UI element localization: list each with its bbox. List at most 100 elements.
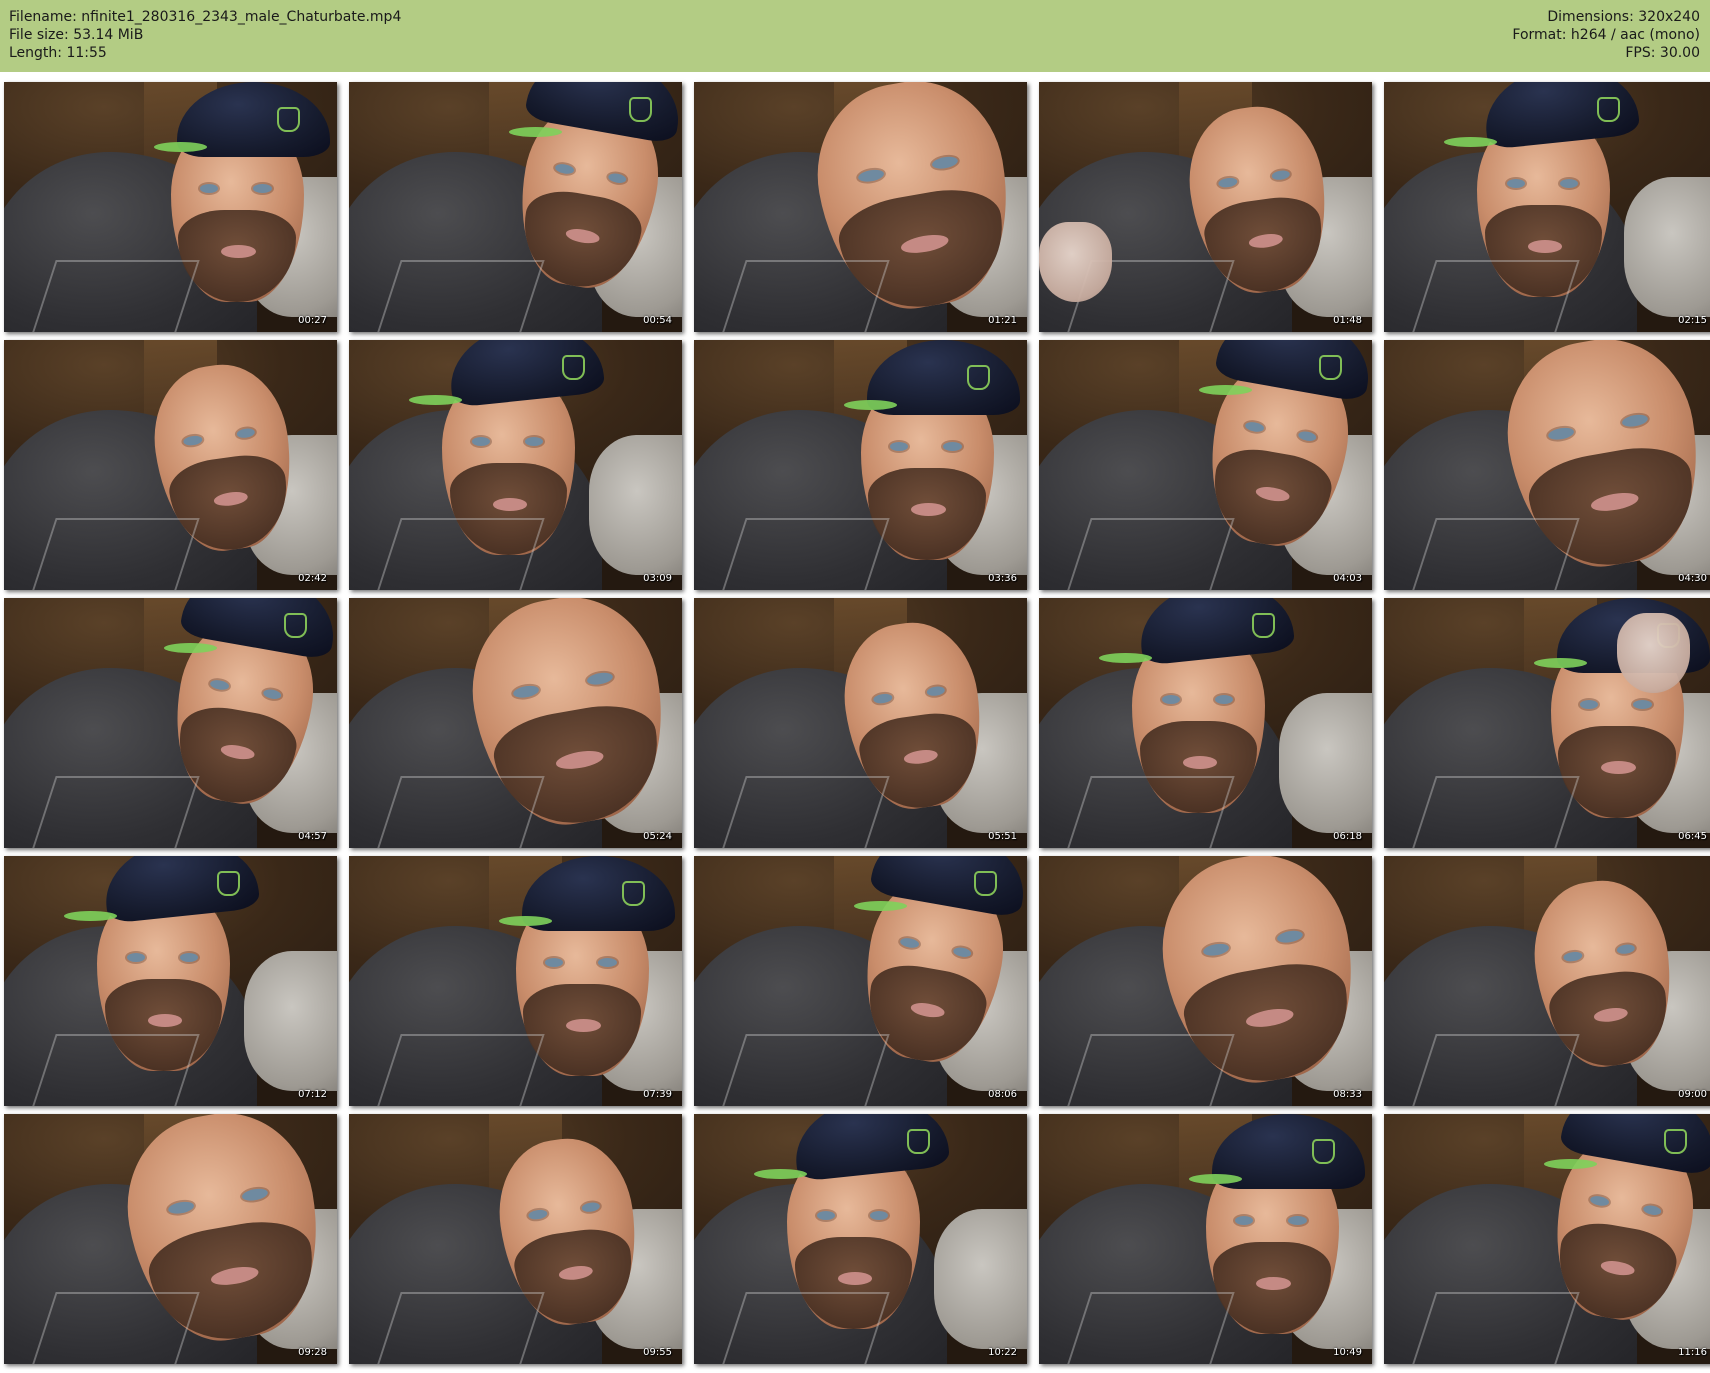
file-size-text: File size: 53.14 MiB	[9, 27, 144, 43]
cap-logo	[628, 97, 653, 122]
left-eye	[899, 936, 920, 949]
hand	[1617, 613, 1691, 693]
format-text: Format: h264 / aac (mono)	[1512, 27, 1700, 43]
thumbnail[interactable]: 01:21	[694, 82, 1027, 332]
info-left: Filename: nfinite1_280316_2343_male_Chat…	[9, 8, 401, 62]
thumbnail[interactable]: 00:54	[349, 82, 682, 332]
cap-brim-accent	[753, 1169, 808, 1179]
cap-logo	[967, 365, 991, 390]
shirt-graphic	[377, 1292, 545, 1364]
thumbnail-image	[694, 82, 1027, 332]
thumbnail-image	[4, 856, 337, 1106]
thumbnail-image	[1039, 856, 1372, 1106]
thumbnail[interactable]: 08:06	[694, 856, 1027, 1106]
thumbnail[interactable]: 02:42	[4, 340, 337, 590]
left-eye	[816, 1210, 836, 1220]
thumbnail-image	[349, 340, 682, 590]
shirt-graphic	[1067, 776, 1235, 848]
shirt-graphic	[722, 776, 890, 848]
thumbnail[interactable]: 10:49	[1039, 1114, 1372, 1364]
thumbnail[interactable]: 07:39	[349, 856, 682, 1106]
thumbnail[interactable]: 06:45	[1384, 598, 1710, 848]
thumbnail[interactable]: 05:24	[349, 598, 682, 848]
thumbnail[interactable]: 01:48	[1039, 82, 1372, 332]
cap-logo	[1318, 355, 1343, 380]
thumbnail[interactable]: 08:33	[1039, 856, 1372, 1106]
cap-brim-accent	[63, 911, 118, 921]
thumbnail-image	[694, 598, 1027, 848]
thumbnail-timestamp: 02:42	[298, 573, 327, 584]
cap-brim-accent	[153, 142, 208, 152]
hand	[1039, 222, 1113, 302]
dimensions-text: Dimensions: 320x240	[1547, 9, 1700, 25]
thumbnail[interactable]: 10:22	[694, 1114, 1027, 1364]
mouth	[147, 1013, 183, 1027]
thumbnail[interactable]: 04:57	[4, 598, 337, 848]
shirt-graphic	[32, 1034, 200, 1106]
right-eye	[1642, 1203, 1663, 1217]
thumbnail-image	[1384, 1114, 1710, 1364]
thumbnail-image	[4, 340, 337, 590]
right-eye	[1214, 694, 1234, 704]
cap-logo	[217, 871, 241, 896]
thumbnail-image	[694, 856, 1027, 1106]
thumbnail[interactable]: 07:12	[4, 856, 337, 1106]
cap-brim-accent	[498, 916, 553, 926]
thumbnail[interactable]: 02:15	[1384, 82, 1710, 332]
thumbnail-image	[694, 340, 1027, 590]
thumbnail[interactable]: 03:09	[349, 340, 682, 590]
shirt-graphic	[722, 1034, 890, 1106]
length-text: Length: 11:55	[9, 45, 107, 61]
thumbnail[interactable]: 09:55	[349, 1114, 682, 1364]
shirt-graphic	[32, 518, 200, 590]
left-eye	[1563, 950, 1583, 963]
right-eye	[925, 685, 946, 697]
shirt-graphic	[377, 1034, 545, 1106]
shirt-graphic	[32, 1292, 200, 1364]
shirt-graphic	[1067, 1034, 1235, 1106]
cap-brim-accent	[1188, 1174, 1243, 1184]
thumbnail-timestamp: 04:57	[298, 831, 327, 842]
thumbnail-image	[1384, 856, 1710, 1106]
mouth	[837, 1271, 873, 1285]
thumbnail[interactable]: 06:18	[1039, 598, 1372, 848]
thumbnail[interactable]: 03:36	[694, 340, 1027, 590]
right-eye	[1633, 699, 1652, 709]
thumbnail[interactable]: 00:27	[4, 82, 337, 332]
thumbnail[interactable]: 05:51	[694, 598, 1027, 848]
pillow	[588, 435, 682, 575]
thumbnail-image	[1384, 82, 1710, 332]
cap-logo	[1663, 1129, 1688, 1154]
thumbnail-image	[4, 1114, 337, 1364]
thumbnail-image	[349, 1114, 682, 1364]
right-eye	[580, 1201, 601, 1213]
thumbnail[interactable]: 09:28	[4, 1114, 337, 1364]
pillow	[933, 1209, 1027, 1349]
thumbnail-image	[694, 1114, 1027, 1364]
right-eye	[585, 671, 613, 687]
left-eye	[511, 684, 540, 700]
right-eye	[1615, 943, 1636, 955]
cap-logo	[907, 1129, 931, 1154]
right-eye	[524, 436, 544, 446]
right-eye	[235, 427, 256, 439]
thumbnail[interactable]: 04:30	[1384, 340, 1710, 590]
cap-brim-accent	[508, 127, 563, 137]
filename-text: Filename: nfinite1_280316_2343_male_Chat…	[9, 9, 402, 25]
mouth	[221, 244, 256, 258]
cap-logo	[1252, 613, 1276, 638]
thumbnail-image	[1039, 598, 1372, 848]
thumbnail[interactable]: 04:03	[1039, 340, 1372, 590]
thumbnail-timestamp: 07:39	[643, 1089, 672, 1100]
thumbnail[interactable]: 11:16	[1384, 1114, 1710, 1364]
right-eye	[930, 155, 958, 171]
pillow	[1278, 693, 1372, 833]
right-eye	[240, 1187, 268, 1203]
mouth	[1256, 1276, 1291, 1290]
thumbnail[interactable]: 09:00	[1384, 856, 1710, 1106]
thumbnail-image	[349, 598, 682, 848]
thumbnail-timestamp: 09:28	[298, 1347, 327, 1358]
cap-brim-accent	[1098, 653, 1153, 663]
mouth	[492, 497, 528, 511]
thumbnail-timestamp: 05:51	[988, 831, 1017, 842]
